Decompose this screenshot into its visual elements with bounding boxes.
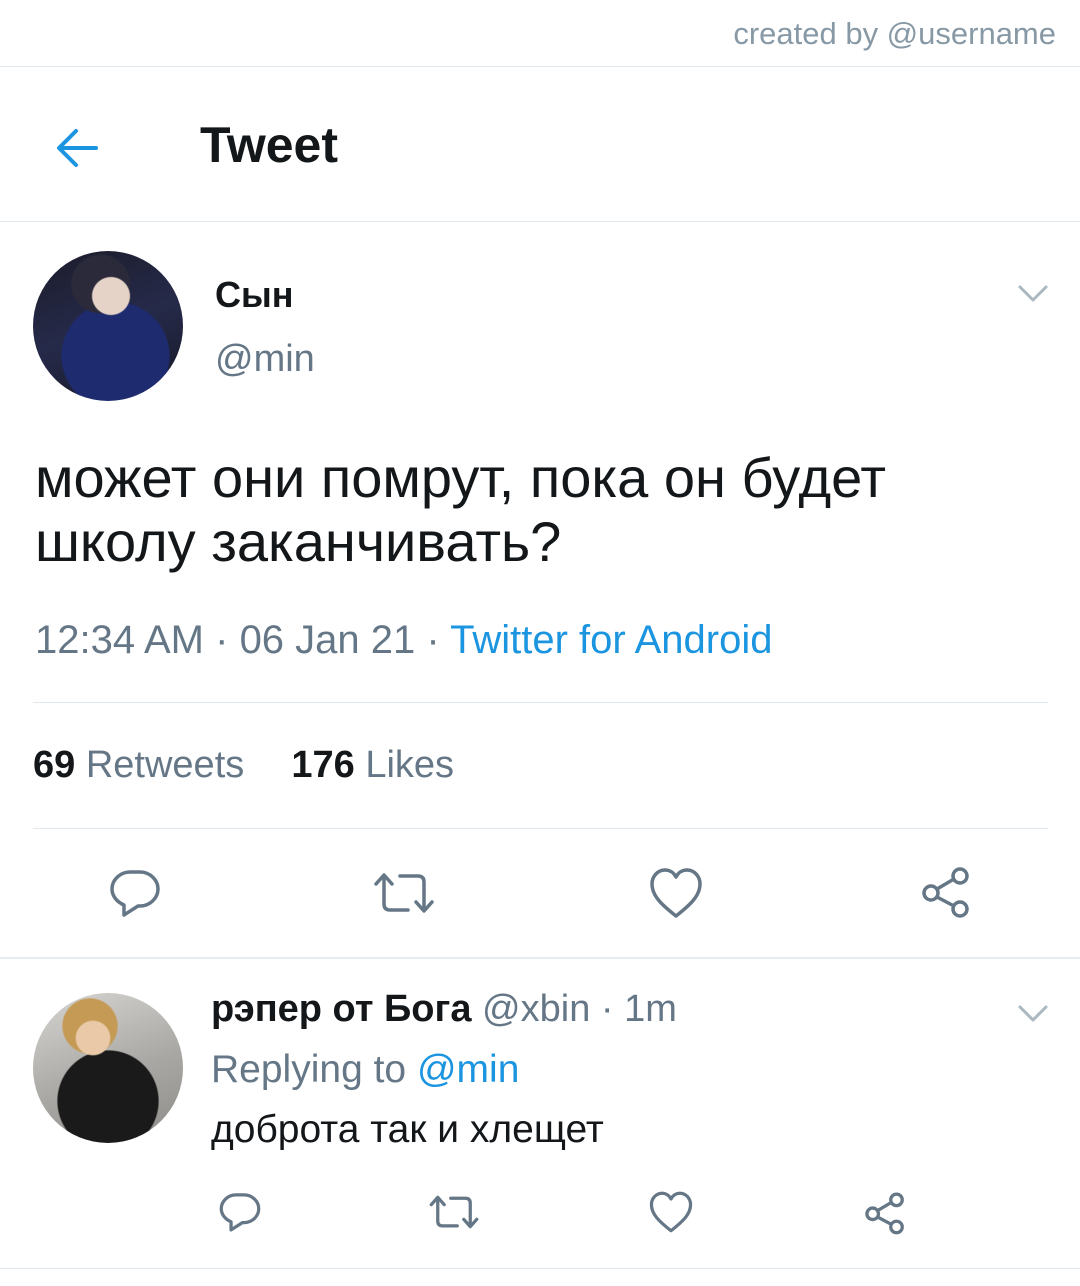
replying-label: Replying to — [211, 1048, 407, 1091]
reply-like-button[interactable] — [648, 1190, 694, 1239]
share-icon — [865, 1192, 904, 1235]
reply-author-handle[interactable]: @xbin — [482, 988, 590, 1030]
likes-count: 176 — [291, 744, 355, 786]
bottom-divider — [0, 1268, 1080, 1269]
reply-header: рэпер от Бога @xbin · 1m — [211, 988, 677, 1031]
tweet-stats: 69 Retweets 176 Likes — [33, 744, 454, 787]
arrow-left-icon — [57, 129, 98, 167]
stats-divider — [33, 828, 1048, 829]
reply-button[interactable] — [108, 866, 162, 925]
tweet-time: 12:34 AM — [35, 618, 205, 662]
tweet-text: может они помрут, пока он будет школу за… — [35, 446, 887, 573]
retweets-stat[interactable]: 69 Retweets — [33, 744, 244, 786]
chevron-down-icon — [1018, 285, 1048, 302]
meta-separator: · — [415, 618, 451, 662]
author-handle[interactable]: @min — [215, 338, 315, 381]
replying-to-line: Replying to @min — [211, 1048, 519, 1092]
retweet-icon — [429, 1195, 479, 1229]
likes-stat[interactable]: 176 Likes — [291, 744, 454, 786]
likes-label: Likes — [365, 744, 455, 786]
reply-avatar[interactable] — [33, 993, 183, 1143]
meta-separator: · — [204, 618, 240, 662]
reply-share-button[interactable] — [862, 1190, 908, 1241]
chevron-down-icon — [1018, 1005, 1048, 1022]
reply-reply-button[interactable] — [218, 1190, 262, 1239]
avatar[interactable] — [33, 251, 183, 401]
reply-time: 1m — [624, 988, 677, 1030]
tweet-meta: 12:34 AM · 06 Jan 21 · Twitter for Andro… — [35, 618, 772, 663]
reply-icon — [110, 870, 160, 917]
author-name[interactable]: Сын — [215, 274, 294, 316]
reply-author-name[interactable]: рэпер от Бога — [211, 988, 471, 1030]
reply-text: доброта так и хлещет — [211, 1108, 604, 1151]
share-button[interactable] — [918, 864, 974, 925]
meta-separator: · — [590, 988, 625, 1030]
tweet-source-link[interactable]: Twitter for Android — [450, 618, 772, 662]
replying-to-handle[interactable]: @min — [417, 1048, 519, 1091]
heart-icon — [649, 1191, 693, 1233]
watermark-credit: created by @username — [733, 16, 1056, 51]
tweet-date: 06 Jan 21 — [239, 618, 416, 662]
retweet-button[interactable] — [372, 866, 436, 925]
top-divider — [0, 66, 1080, 67]
page-title: Tweet — [200, 117, 338, 173]
retweets-count: 69 — [33, 744, 76, 786]
reply-icon — [219, 1193, 261, 1232]
meta-divider — [33, 702, 1048, 703]
reply-menu-button[interactable] — [1016, 996, 1050, 1030]
header-divider — [0, 221, 1080, 222]
heart-icon — [650, 868, 702, 918]
tweet-menu-button[interactable] — [1016, 276, 1050, 310]
like-button[interactable] — [648, 866, 704, 925]
thread-divider — [0, 957, 1080, 959]
retweet-icon — [374, 873, 434, 913]
reply-retweet-button[interactable] — [428, 1190, 480, 1239]
back-button[interactable] — [50, 120, 106, 176]
retweets-label: Retweets — [85, 744, 245, 786]
share-icon — [922, 867, 969, 918]
